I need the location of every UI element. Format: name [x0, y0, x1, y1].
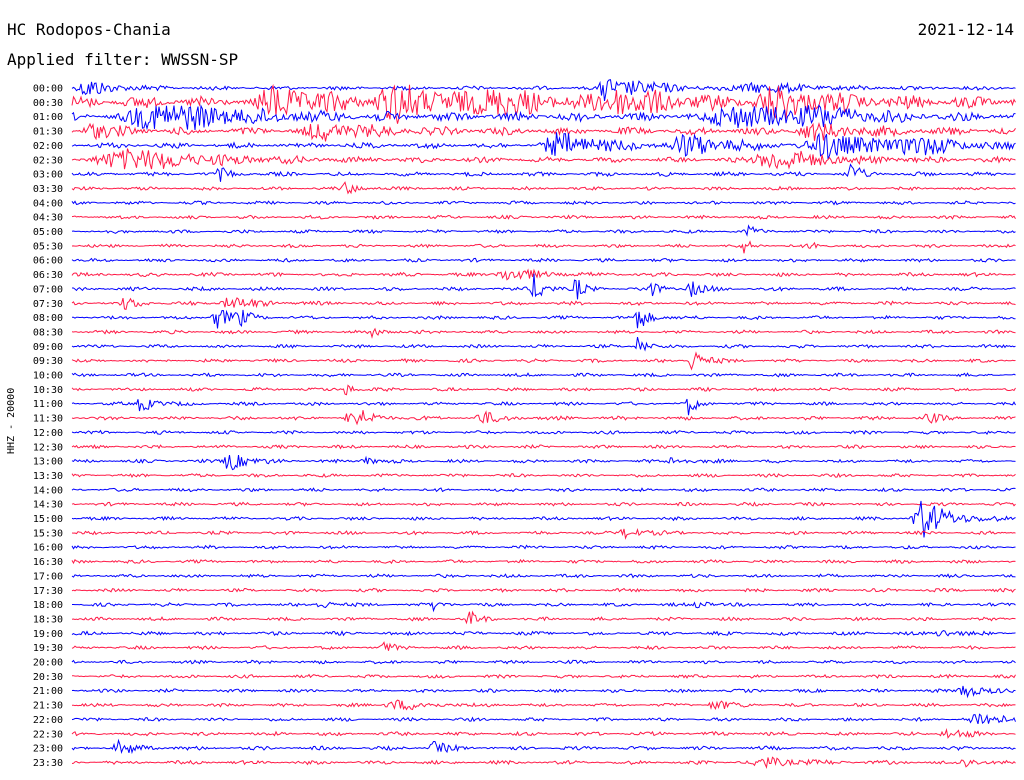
trace-row	[71, 240, 1016, 254]
seismic-traces	[71, 79, 1016, 770]
trace-row	[72, 699, 1016, 711]
row-time-label: 05:00	[33, 227, 63, 238]
row-time-label: 02:00	[33, 141, 63, 152]
row-time-label: 16:00	[33, 543, 63, 554]
row-time-label: 04:00	[33, 198, 63, 209]
trace-row	[71, 327, 1016, 339]
trace-row	[71, 528, 1016, 540]
row-time-label: 04:30	[33, 213, 63, 224]
trace-row	[71, 443, 1016, 450]
helicorder-plot: 00:00 00:30 01:00 01:30 02:00 02:30 03:00 03:30…	[33, 79, 1016, 770]
row-time-label: 12:30	[33, 442, 63, 453]
trace-row	[71, 558, 1016, 565]
trace-row	[71, 268, 1016, 281]
trace-row	[71, 148, 1016, 170]
trace-row	[71, 309, 1016, 329]
trace-row	[71, 587, 1016, 593]
row-time-label: 22:00	[33, 715, 63, 726]
row-time-label: 14:30	[33, 500, 63, 511]
row-time-label: 08:30	[33, 327, 63, 338]
trace-row	[71, 455, 1016, 471]
row-time-label: 23:00	[33, 744, 63, 755]
row-time-label: 11:30	[33, 414, 63, 425]
trace-row	[71, 257, 1016, 263]
row-time-label: 15:00	[33, 514, 63, 525]
trace-row	[71, 200, 1016, 206]
trace-row	[71, 104, 1016, 131]
row-time-label: 13:30	[33, 471, 63, 482]
trace-row	[72, 273, 1016, 300]
row-time-label: 20:30	[33, 672, 63, 683]
trace-row	[71, 544, 1016, 550]
trace-row	[71, 610, 1016, 625]
trace-row	[71, 181, 1016, 195]
row-time-label: 10:30	[33, 385, 63, 396]
row-time-label: 03:30	[33, 184, 63, 195]
trace-row	[71, 487, 1016, 493]
trace-row	[71, 738, 1016, 755]
trace-row	[71, 121, 1016, 142]
row-time-label: 19:30	[33, 643, 63, 654]
row-time-label: 11:00	[33, 399, 63, 410]
trace-row	[71, 501, 1016, 507]
trace-row	[71, 573, 1016, 579]
trace-row	[71, 398, 1016, 416]
row-time-label: 09:00	[33, 342, 63, 353]
trace-row	[71, 410, 1016, 426]
row-time-label: 18:00	[33, 600, 63, 611]
row-time-label: 05:30	[33, 241, 63, 252]
trace-row	[71, 351, 1016, 371]
row-time-label: 23:30	[33, 758, 63, 769]
row-time-label: 02:30	[33, 155, 63, 166]
row-time-label: 12:00	[33, 428, 63, 439]
trace-row	[71, 384, 1016, 396]
row-time-label: 22:30	[33, 729, 63, 740]
row-time-label: 06:00	[33, 256, 63, 267]
row-time-label: 14:00	[33, 485, 63, 496]
row-time-label: 07:30	[33, 299, 63, 310]
trace-row	[71, 659, 1016, 665]
trace-row	[71, 641, 1016, 651]
trace-row	[71, 472, 1016, 479]
time-labels: 00:00 00:30 01:00 01:30 02:00 02:30 03:00 03:30…	[33, 84, 63, 769]
trace-row	[71, 673, 1016, 680]
trace-row	[71, 297, 1016, 311]
trace-row	[71, 685, 1016, 699]
row-time-label: 17:00	[33, 571, 63, 582]
row-time-label: 01:00	[33, 112, 63, 123]
trace-row	[71, 224, 1016, 237]
row-time-label: 09:30	[33, 356, 63, 367]
row-time-label: 19:00	[33, 629, 63, 640]
trace-row	[71, 163, 1016, 182]
row-time-label: 15:30	[33, 528, 63, 539]
trace-row	[71, 756, 1016, 770]
trace-row	[71, 214, 1016, 220]
row-time-label: 10:00	[33, 371, 63, 382]
row-time-label: 01:30	[33, 127, 63, 138]
row-time-label: 13:00	[33, 457, 63, 468]
row-time-label: 16:30	[33, 557, 63, 568]
trace-row	[71, 728, 1016, 739]
row-time-label: 20:00	[33, 658, 63, 669]
trace-row	[71, 429, 1016, 436]
row-time-label: 21:30	[33, 701, 63, 712]
row-time-label: 17:30	[33, 586, 63, 597]
row-time-label: 08:00	[33, 313, 63, 324]
row-time-label: 03:00	[33, 170, 63, 181]
trace-row	[71, 79, 1016, 101]
trace-row	[72, 601, 1016, 613]
trace-row	[71, 630, 1016, 637]
row-time-label: 06:30	[33, 270, 63, 281]
row-time-label: 00:30	[33, 98, 63, 109]
row-time-label: 07:00	[33, 284, 63, 295]
row-time-label: 00:00	[33, 84, 63, 95]
trace-row	[71, 372, 1016, 378]
trace-row	[71, 132, 1016, 160]
row-time-label: 21:00	[33, 686, 63, 697]
trace-row	[71, 713, 1016, 725]
trace-row	[71, 336, 1016, 352]
row-time-label: 18:30	[33, 614, 63, 625]
